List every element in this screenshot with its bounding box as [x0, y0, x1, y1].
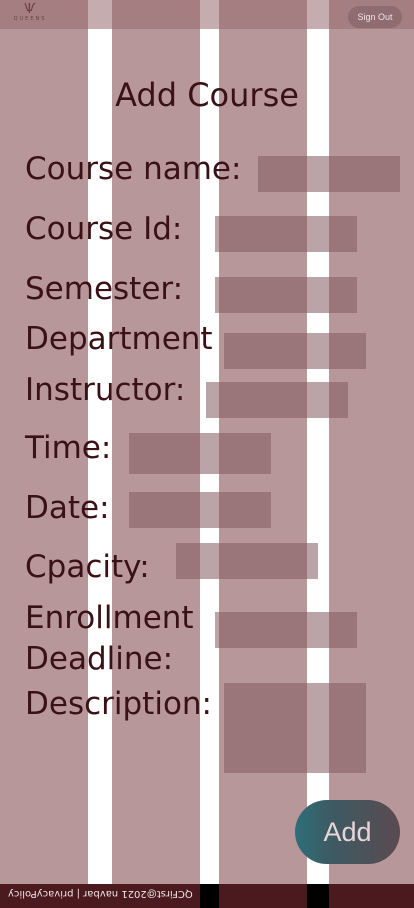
- capacity-input[interactable]: [176, 543, 318, 579]
- instructor-label: Instructor:: [25, 372, 186, 408]
- description-label: Description:: [25, 686, 212, 722]
- enrollment-deadline-input[interactable]: [215, 612, 357, 648]
- course-name-label: Course name:: [25, 151, 242, 187]
- course-id-input[interactable]: [215, 216, 357, 252]
- course-name-input[interactable]: [258, 156, 400, 192]
- queens-logo[interactable]: Ѱ QUEENS: [8, 3, 52, 25]
- instructor-input[interactable]: [206, 382, 348, 418]
- enrollment-deadline-label-line1: Enrollment: [25, 600, 194, 636]
- department-label: Department: [25, 321, 213, 357]
- footer-divider: [307, 884, 329, 908]
- logo-crown-icon: Ѱ: [24, 2, 36, 17]
- time-label: Time:: [25, 430, 112, 466]
- department-input[interactable]: [224, 333, 366, 369]
- date-input[interactable]: [129, 492, 271, 528]
- course-id-label: Course Id:: [25, 211, 183, 247]
- semester-label: Semester:: [25, 271, 184, 307]
- page-title: Add Course: [115, 76, 299, 114]
- time-input[interactable]: [129, 433, 271, 474]
- description-textarea[interactable]: [224, 683, 366, 773]
- add-course-button[interactable]: Add: [295, 800, 400, 864]
- date-label: Date:: [25, 490, 110, 526]
- footer-text: QCFirst@2021 navbar | privacyPolicy: [8, 888, 193, 899]
- enrollment-deadline-label-line2: Deadline:: [25, 641, 174, 677]
- footer-divider: [200, 884, 219, 908]
- capacity-label: Cpacity:: [25, 549, 150, 585]
- sign-out-button[interactable]: Sign Out: [348, 6, 402, 28]
- top-bar: Ѱ QUEENS Sign Out: [0, 0, 414, 29]
- logo-text: QUEENS: [13, 16, 47, 22]
- semester-input[interactable]: [215, 277, 357, 313]
